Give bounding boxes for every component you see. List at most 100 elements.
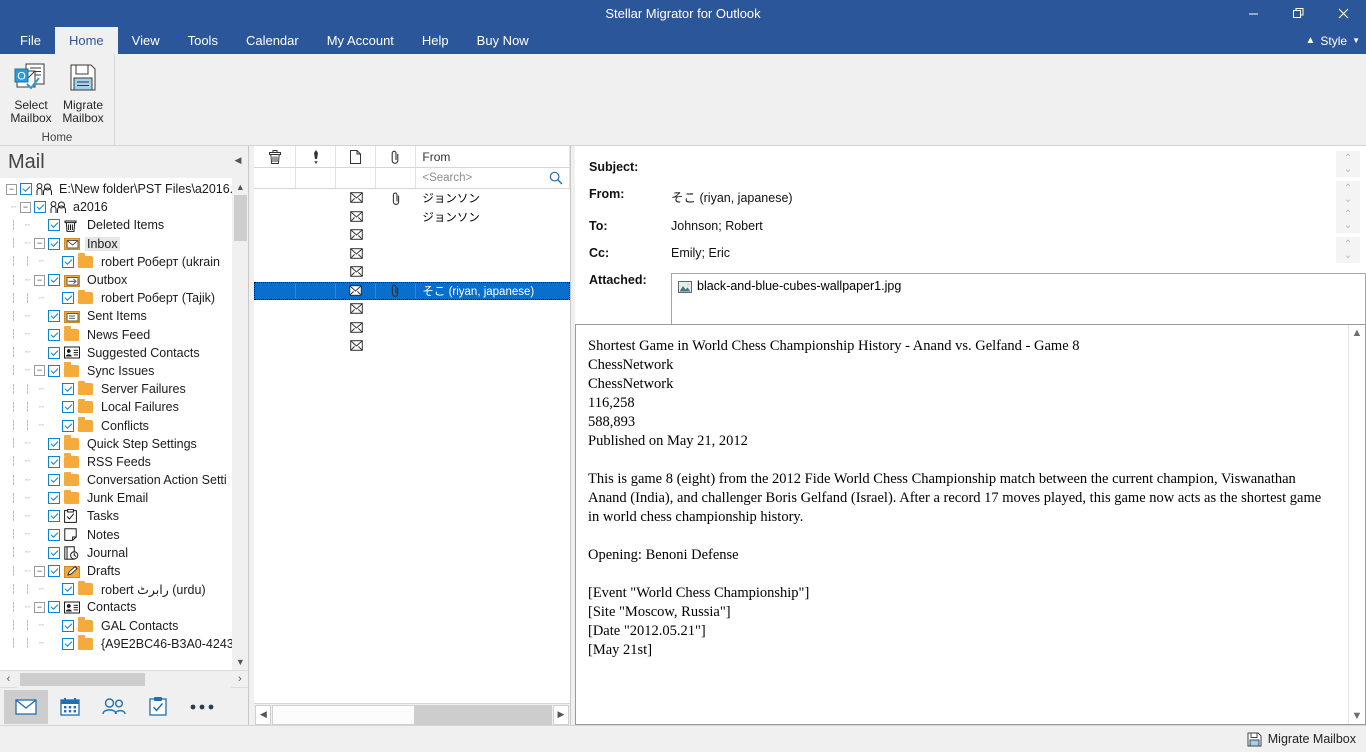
- scroll-down-icon[interactable]: ▼: [1352, 710, 1363, 722]
- tree-checkbox[interactable]: [48, 237, 60, 250]
- close-button[interactable]: [1321, 0, 1366, 27]
- tab-file[interactable]: File: [6, 27, 55, 54]
- row-delete-cell[interactable]: [254, 263, 296, 282]
- hscroll-track[interactable]: [17, 670, 232, 688]
- tree-checkbox[interactable]: [48, 528, 60, 541]
- message-list-horizontal-scrollbar[interactable]: ◀ ▶: [254, 703, 570, 725]
- tree-item[interactable]: ┆ ┆ ┈ {A9E2BC46-B3A0-4243: [6, 635, 248, 653]
- calendar-nav-button[interactable]: [48, 690, 92, 724]
- select-mailbox-button[interactable]: O Select Mailbox: [6, 58, 56, 125]
- mail-nav-button[interactable]: [4, 689, 48, 724]
- attachment-name[interactable]: black-and-blue-cubes-wallpaper1.jpg: [697, 279, 901, 293]
- row-delete-cell[interactable]: [254, 189, 296, 208]
- tree-expander[interactable]: −: [34, 238, 45, 250]
- spinner-up-icon[interactable]: ⌃: [1336, 183, 1360, 194]
- tree-item[interactable]: ┆ ┈ − Inbox: [6, 235, 248, 253]
- message-row[interactable]: そこ (riyan, japanese): [254, 281, 570, 300]
- tree-checkbox[interactable]: [48, 364, 60, 377]
- message-row[interactable]: ジョンソン: [254, 189, 570, 208]
- scroll-thumb[interactable]: [233, 195, 247, 241]
- tree-item[interactable]: ┆ ┈ RSS Feeds: [6, 453, 248, 471]
- tree-checkbox[interactable]: [62, 583, 74, 596]
- tree-checkbox[interactable]: [62, 401, 74, 414]
- scroll-down-icon[interactable]: ▼: [232, 653, 248, 670]
- tree-item[interactable]: ┆ ┈ − Outbox: [6, 271, 248, 289]
- spinner-down-icon[interactable]: ⌄: [1336, 250, 1360, 261]
- spinner-up-icon[interactable]: ⌃: [1336, 153, 1360, 164]
- tab-tools[interactable]: Tools: [174, 27, 232, 54]
- hscroll-thumb[interactable]: [20, 672, 145, 686]
- scroll-up-icon[interactable]: ▲: [232, 178, 248, 195]
- tree-checkbox[interactable]: [62, 619, 74, 632]
- subject-spinner[interactable]: ⌃ ⌄: [1336, 151, 1360, 177]
- people-nav-button[interactable]: [92, 690, 136, 724]
- tree-checkbox[interactable]: [62, 637, 74, 650]
- tree-checkbox[interactable]: [48, 474, 60, 487]
- tree-item[interactable]: ┆ ┈ Sent Items: [6, 307, 248, 325]
- tree-item[interactable]: ┆ ┆ ┈ Conflicts: [6, 416, 248, 434]
- from-spinner[interactable]: ⌃ ⌄: [1336, 181, 1360, 207]
- tree-expander[interactable]: −: [34, 565, 45, 577]
- spinner-up-icon[interactable]: ⌃: [1336, 239, 1360, 250]
- tree-item[interactable]: ┈ − a2016: [6, 198, 248, 216]
- restore-button[interactable]: [1276, 0, 1321, 27]
- tree-checkbox[interactable]: [48, 274, 60, 287]
- tree-expander[interactable]: −: [6, 183, 17, 195]
- message-row[interactable]: [254, 226, 570, 245]
- collapse-pane-icon[interactable]: ◀: [234, 155, 241, 166]
- tree-item[interactable]: ┆ ┈ Quick Step Settings: [6, 435, 248, 453]
- row-delete-cell[interactable]: [254, 226, 296, 245]
- tree-checkbox[interactable]: [48, 346, 60, 359]
- spinner-down-icon[interactable]: ⌄: [1336, 194, 1360, 205]
- to-spinner[interactable]: ⌃ ⌄: [1336, 207, 1360, 233]
- attachment-list[interactable]: black-and-blue-cubes-wallpaper1.jpg: [671, 273, 1366, 331]
- column-header-read[interactable]: [336, 146, 377, 167]
- tree-item[interactable]: ┆ ┈ News Feed: [6, 326, 248, 344]
- tree-checkbox[interactable]: [48, 492, 60, 505]
- tree-checkbox[interactable]: [48, 565, 60, 578]
- tree-item[interactable]: ┆ ┈ − Contacts: [6, 598, 248, 616]
- tree-checkbox[interactable]: [48, 510, 60, 523]
- tree-checkbox[interactable]: [48, 219, 60, 232]
- tree-item[interactable]: − E:\New folder\PST Files\a2016.ps: [6, 180, 248, 198]
- row-delete-cell[interactable]: [254, 245, 296, 264]
- tree-horizontal-scrollbar[interactable]: ‹ ›: [0, 670, 249, 688]
- tree-checkbox[interactable]: [34, 201, 46, 214]
- tab-calendar[interactable]: Calendar: [232, 27, 313, 54]
- scroll-left-icon[interactable]: ◀: [255, 704, 272, 725]
- tree-item[interactable]: ┆ ┈ Junk Email: [6, 489, 248, 507]
- tree-checkbox[interactable]: [62, 383, 74, 396]
- column-header-from[interactable]: From: [416, 146, 570, 167]
- spinner-down-icon[interactable]: ⌄: [1336, 164, 1360, 175]
- message-row[interactable]: [254, 263, 570, 282]
- column-header-attachment[interactable]: [376, 146, 417, 167]
- list-hscroll-track[interactable]: [272, 704, 552, 725]
- tree-item[interactable]: ┆ ┆ ┈ robert رابرٹ (urdu): [6, 580, 248, 598]
- row-delete-cell[interactable]: [254, 319, 296, 338]
- more-nav-button[interactable]: [180, 690, 224, 724]
- row-delete-cell[interactable]: [254, 281, 297, 300]
- message-row[interactable]: [254, 245, 570, 264]
- tree-checkbox[interactable]: [62, 292, 74, 305]
- style-control[interactable]: ▲ Style ▼: [1305, 27, 1360, 54]
- tree-checkbox[interactable]: [48, 328, 60, 341]
- message-row[interactable]: [254, 337, 570, 356]
- tree-checkbox[interactable]: [48, 601, 60, 614]
- tree-item[interactable]: ┆ ┈ − Drafts: [6, 562, 248, 580]
- tree-checkbox[interactable]: [48, 310, 60, 323]
- tree-item[interactable]: ┆ ┆ ┈ Server Failures: [6, 380, 248, 398]
- tree-checkbox[interactable]: [48, 437, 60, 450]
- message-row[interactable]: [254, 319, 570, 338]
- tasks-nav-button[interactable]: [136, 690, 180, 724]
- search-input[interactable]: <Search>: [416, 168, 570, 188]
- tree-item[interactable]: ┆ ┆ ┈ GAL Contacts: [6, 617, 248, 635]
- tree-expander[interactable]: −: [34, 601, 45, 613]
- tree-item[interactable]: ┆ ┈ Notes: [6, 526, 248, 544]
- tree-checkbox[interactable]: [62, 419, 74, 432]
- scroll-up-icon[interactable]: ▲: [1352, 327, 1363, 339]
- tab-help[interactable]: Help: [408, 27, 463, 54]
- message-row[interactable]: [254, 300, 570, 319]
- scroll-left-icon[interactable]: ‹: [0, 671, 17, 688]
- row-delete-cell[interactable]: [254, 208, 296, 227]
- tab-my-account[interactable]: My Account: [313, 27, 408, 54]
